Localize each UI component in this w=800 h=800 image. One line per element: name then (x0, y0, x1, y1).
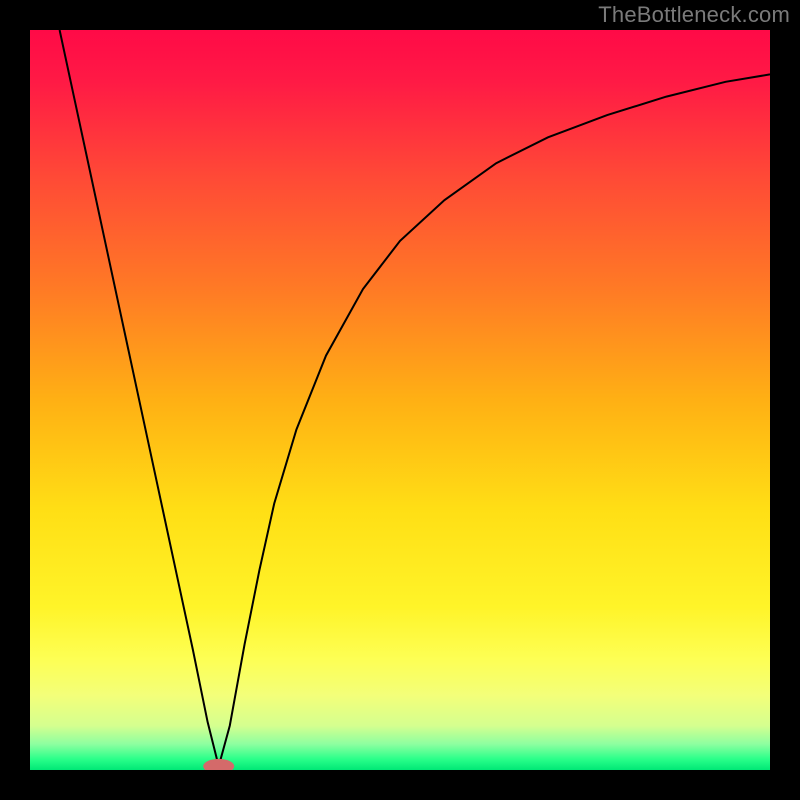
plot-area (30, 30, 770, 770)
curve-layer (30, 30, 770, 770)
chart-container: TheBottleneck.com (0, 0, 800, 800)
optimal-marker (203, 759, 234, 770)
watermark-text: TheBottleneck.com (598, 2, 790, 28)
bottleneck-curve (60, 30, 770, 766)
